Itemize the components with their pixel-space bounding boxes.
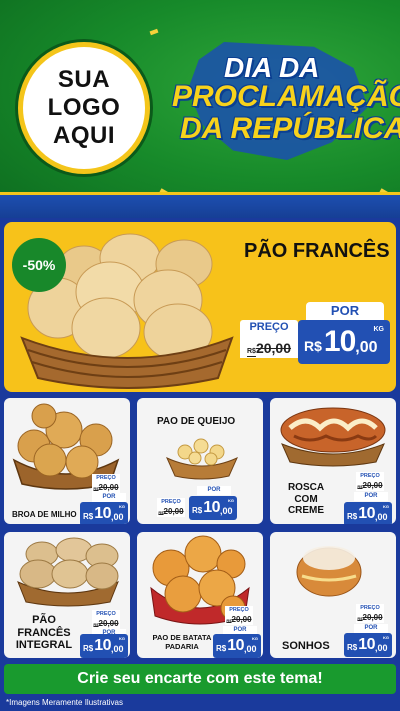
old-price: R$20,00	[92, 482, 120, 493]
new-price-box: R$ 10,00 KG	[189, 496, 237, 520]
unit-label: KG	[373, 326, 385, 333]
product-card-sonhos[interactable]: SONHOS PREÇO R$20,00 POR R$ 10,00 KG	[270, 532, 396, 658]
product-name: PAO DE QUEIJO	[157, 416, 236, 427]
rosca-image	[280, 407, 386, 467]
create-flyer-button[interactable]: Crie seu encarte com este tema!	[4, 664, 396, 694]
preco-label: PREÇO	[92, 474, 120, 482]
event-title: DIA DA PROCLAMAÇÃO DA REPÚBLICA	[168, 42, 400, 168]
logo-line: AQUI	[53, 122, 115, 149]
pao-integral-image	[17, 537, 119, 607]
product-card-pao-frances-integral[interactable]: PÃO FRANCÊS INTEGRAL PREÇO R$20,00 POR R$ 1…	[4, 532, 130, 658]
preco-label: PREÇO	[356, 472, 384, 480]
price-cents: ,00	[355, 339, 378, 356]
preco-label: PREÇO	[157, 498, 185, 506]
new-price-box: R$ 10,00 KG	[344, 502, 392, 524]
new-price-box: R$ 10,00 KG	[213, 634, 261, 658]
old-price: R$20,00	[356, 612, 384, 623]
por-label: POR	[197, 486, 231, 495]
product-card-pao-de-queijo[interactable]: PAO DE QUEIJO POR PREÇO R$20,00 R$ 10,00 K…	[137, 398, 263, 524]
product-name: PÃO FRANCÊS INTEGRAL	[15, 614, 73, 652]
discount-badge: -50%	[12, 238, 66, 292]
product-name: ROSCA COM CREME	[287, 482, 325, 516]
logo-placeholder[interactable]: SUA LOGO AQUI	[18, 42, 150, 174]
product-name: SONHOS	[282, 640, 330, 652]
product-card-rosca-com-creme[interactable]: ROSCA COM CREME PREÇO R$20,00 POR R$ 10,00 K…	[270, 398, 396, 524]
header-stripe	[0, 192, 400, 218]
logo-line: SUA	[57, 66, 111, 93]
old-price: R$20,00	[92, 618, 120, 629]
preco-label: PREÇO	[356, 604, 384, 612]
por-label: POR	[354, 492, 388, 501]
preco-label: PREÇO	[240, 320, 298, 334]
featured-product-card[interactable]: -50% PÃO FRANCÊS POR PREÇO R$20,00 R$ 10…	[4, 222, 396, 392]
title-line-3: DA REPÚBLICA	[180, 112, 400, 145]
por-label: POR	[354, 624, 388, 633]
featured-product-name: PÃO FRANCÊS	[244, 240, 390, 262]
sonho-image	[296, 546, 362, 597]
product-card-pao-de-batata[interactable]: PAO DE BATATA PADARIA PREÇO R$20,00 POR R…	[137, 532, 263, 658]
new-price-box: R$ 10 ,00 KG	[298, 320, 390, 364]
confetti-shape	[149, 28, 159, 36]
new-price-box: R$ 10,00 KG	[344, 633, 392, 657]
preco-label: PREÇO	[225, 606, 253, 614]
new-price-box: R$ 10,00 KG	[80, 502, 128, 524]
new-price-box: R$ 10,00 KG	[80, 634, 128, 658]
por-label: POR	[92, 493, 126, 502]
currency: R$	[304, 338, 322, 354]
price-integer: 10	[323, 325, 356, 358]
preco-label: PREÇO	[92, 610, 120, 618]
logo-line: LOGO	[47, 94, 121, 121]
product-name: BROA DE MILHO	[12, 510, 77, 519]
disclaimer-text: *Imagens Meramente Ilustrativas	[6, 698, 123, 707]
title-line-2: PROCLAMAÇÃO	[172, 80, 400, 113]
pao-de-queijo-image	[166, 438, 238, 480]
old-price: R$20,00	[356, 480, 384, 491]
old-price-box: R$20,00	[240, 334, 298, 358]
old-price: R$20,00	[157, 506, 185, 517]
header-banner: SUA LOGO AQUI DIA DA PROCLAMAÇÃO DA REPÚ…	[0, 0, 400, 218]
por-label: POR	[306, 302, 384, 320]
product-card-broa-de-milho[interactable]: BROA DE MILHO PREÇO R$20,00 POR R$ 10,00 K…	[4, 398, 130, 524]
product-name: PAO DE BATATA PADARIA	[152, 633, 212, 651]
old-price: R$20,00	[225, 614, 253, 625]
old-price: R$20,00	[247, 340, 291, 356]
